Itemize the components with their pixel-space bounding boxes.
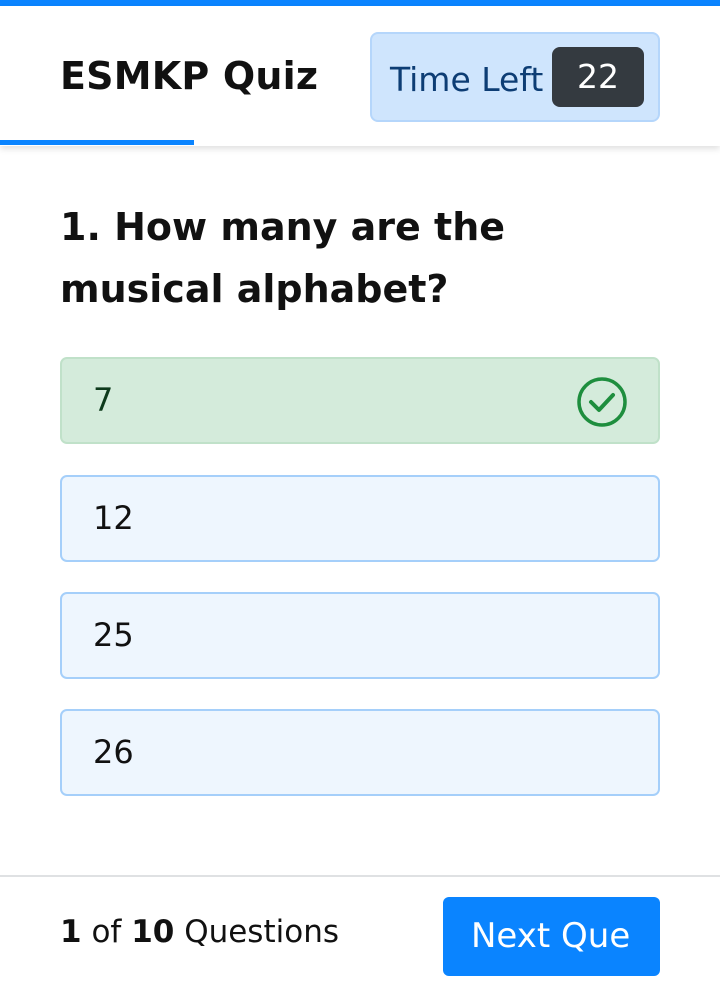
answer-option-label: 26 (93, 733, 134, 771)
quiz-progress-bar (0, 140, 194, 145)
quiz-header: ESMKP Quiz Time Left 22 (0, 6, 720, 146)
next-question-button[interactable]: Next Que (443, 897, 660, 976)
answer-option-label: 25 (93, 616, 134, 654)
timer-box: Time Left 22 (370, 32, 660, 122)
footer-divider (0, 875, 720, 877)
timer-label: Time Left (390, 60, 544, 99)
counter-current: 1 (60, 914, 82, 950)
quiz-title: ESMKP Quiz (60, 54, 319, 98)
check-circle-icon (577, 377, 627, 427)
counter-of: of (91, 914, 122, 950)
timer-value: 22 (552, 47, 644, 107)
counter-suffix: Questions (184, 914, 339, 950)
question-counter: 1 of 10 Questions (60, 914, 339, 950)
question-text: 1. How many are the musical alphabet? (60, 205, 506, 311)
counter-total: 10 (131, 914, 175, 950)
answer-option-label: 7 (93, 381, 114, 419)
answer-option-4[interactable]: 26 (60, 709, 660, 796)
answer-option-1[interactable]: 7 (60, 357, 660, 444)
answer-option-2[interactable]: 12 (60, 475, 660, 562)
answer-option-label: 12 (93, 499, 134, 537)
answer-option-3[interactable]: 25 (60, 592, 660, 679)
